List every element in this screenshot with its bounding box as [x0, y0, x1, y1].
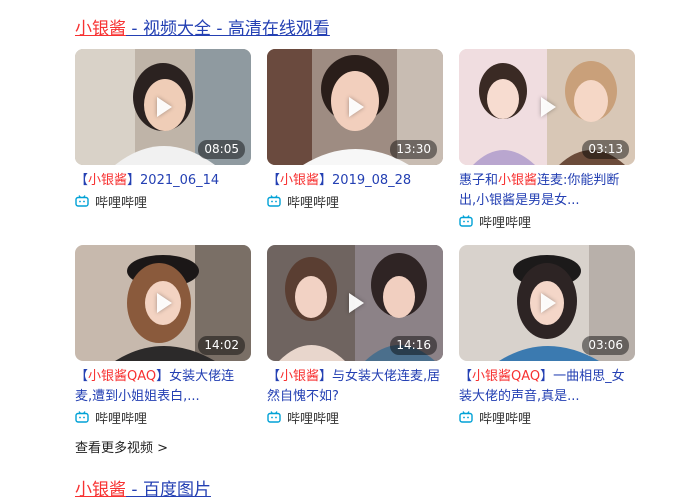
play-icon — [541, 97, 556, 117]
video-duration: 03:13 — [582, 140, 629, 159]
title-keyword: 小银酱 — [280, 369, 320, 384]
video-title-6[interactable]: 【小银酱QAQ】一曲相思_女装大佬的声音,真是... — [459, 367, 635, 407]
title-keyword: 小银酱QAQ — [88, 369, 157, 384]
video-duration: 03:06 — [582, 336, 629, 355]
video-source: 哔哩哔哩 — [459, 212, 635, 231]
video-thumbnail-2[interactable]: 13:30 — [267, 49, 443, 165]
video-card-2[interactable]: 13:30 【小银酱】2019_08_28 哔哩哔哩 — [267, 49, 443, 233]
video-duration: 08:05 — [198, 140, 245, 159]
video-thumbnail-5[interactable]: 14:16 — [267, 245, 443, 361]
video-source: 哔哩哔哩 — [267, 408, 443, 427]
video-title-5[interactable]: 【小银酱】与女装大佬连麦,居然自愧不如? — [267, 367, 443, 407]
video-card-4[interactable]: 14:02 【小银酱QAQ】女装大佬连麦,遭到小姐姐表白,... 哔哩哔哩 — [75, 245, 251, 429]
result-title-link[interactable]: 小银酱 - 视频大全 - 高清在线观看 — [75, 17, 330, 41]
video-source: 哔哩哔哩 — [267, 192, 443, 211]
title-keyword: 小银酱 — [75, 480, 126, 500]
title-prefix: 【 — [267, 173, 281, 188]
bilibili-icon — [267, 195, 281, 207]
video-source: 哔哩哔哩 — [459, 408, 635, 427]
video-source: 哔哩哔哩 — [75, 192, 251, 211]
play-icon — [349, 97, 364, 117]
title-rest: - 百度图片 — [126, 480, 211, 500]
title-keyword: 小银酱 — [75, 19, 126, 39]
video-thumbnail-1[interactable]: 08:05 — [75, 49, 251, 165]
title-suffix: 】2019_08_28 — [319, 173, 412, 188]
video-grid: 08:05 【小银酱】2021_06_14 哔哩哔哩 13:30 【小银酱】20… — [75, 49, 635, 429]
video-title-3[interactable]: 惠子和小银酱连麦:你能判断出,小银酱是男是女... — [459, 171, 635, 211]
title-keyword: 小银酱 — [498, 173, 538, 188]
video-card-5[interactable]: 14:16 【小银酱】与女装大佬连麦,居然自愧不如? 哔哩哔哩 — [267, 245, 443, 429]
title-prefix: 【 — [459, 369, 473, 384]
source-label: 哔哩哔哩 — [479, 215, 532, 231]
play-icon — [157, 97, 172, 117]
title-suffix: 】2021_06_14 — [127, 173, 220, 188]
video-title-1[interactable]: 【小银酱】2021_06_14 — [75, 171, 251, 191]
video-thumbnail-4[interactable]: 14:02 — [75, 245, 251, 361]
source-label: 哔哩哔哩 — [95, 411, 148, 427]
title-prefix: 【 — [75, 173, 89, 188]
title-keyword: 小银酱 — [280, 173, 320, 188]
title-keyword: 小银酱QAQ — [472, 369, 541, 384]
next-result-title-link[interactable]: 小银酱 - 百度图片 — [75, 478, 211, 502]
video-title-4[interactable]: 【小银酱QAQ】女装大佬连麦,遭到小姐姐表白,... — [75, 367, 251, 407]
video-thumbnail-3[interactable]: 03:13 — [459, 49, 635, 165]
video-card-6[interactable]: 03:06 【小银酱QAQ】一曲相思_女装大佬的声音,真是... 哔哩哔哩 — [459, 245, 635, 429]
bilibili-icon — [75, 195, 89, 207]
bilibili-icon — [459, 411, 473, 423]
source-label: 哔哩哔哩 — [287, 195, 340, 211]
more-videos-link[interactable]: 查看更多视频 > — [75, 440, 168, 458]
title-keyword: 小银酱 — [88, 173, 128, 188]
bilibili-icon — [75, 411, 89, 423]
video-duration: 13:30 — [390, 140, 437, 159]
source-label: 哔哩哔哩 — [95, 195, 148, 211]
video-source: 哔哩哔哩 — [75, 408, 251, 427]
video-card-1[interactable]: 08:05 【小银酱】2021_06_14 哔哩哔哩 — [75, 49, 251, 233]
title-prefix: 【 — [75, 369, 89, 384]
source-label: 哔哩哔哩 — [479, 411, 532, 427]
video-duration: 14:02 — [198, 336, 245, 355]
video-duration: 14:16 — [390, 336, 437, 355]
source-label: 哔哩哔哩 — [287, 411, 340, 427]
title-prefix: 惠子和 — [459, 173, 499, 188]
play-icon — [349, 293, 364, 313]
play-icon — [541, 293, 556, 313]
video-thumbnail-6[interactable]: 03:06 — [459, 245, 635, 361]
play-icon — [157, 293, 172, 313]
video-title-2[interactable]: 【小银酱】2019_08_28 — [267, 171, 443, 191]
video-card-3[interactable]: 03:13 惠子和小银酱连麦:你能判断出,小银酱是男是女... 哔哩哔哩 — [459, 49, 635, 233]
title-rest: - 视频大全 - 高清在线观看 — [126, 19, 330, 39]
bilibili-icon — [459, 215, 473, 227]
title-prefix: 【 — [267, 369, 281, 384]
bilibili-icon — [267, 411, 281, 423]
